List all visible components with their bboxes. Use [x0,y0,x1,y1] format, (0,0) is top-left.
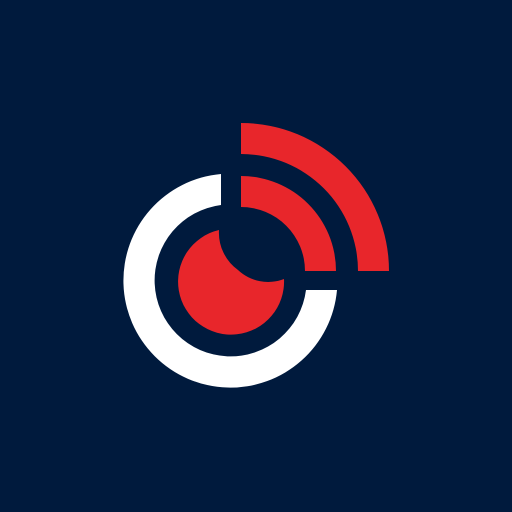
icon-background [0,0,512,512]
app-icon [0,0,512,512]
app-logo-icon [0,0,512,512]
